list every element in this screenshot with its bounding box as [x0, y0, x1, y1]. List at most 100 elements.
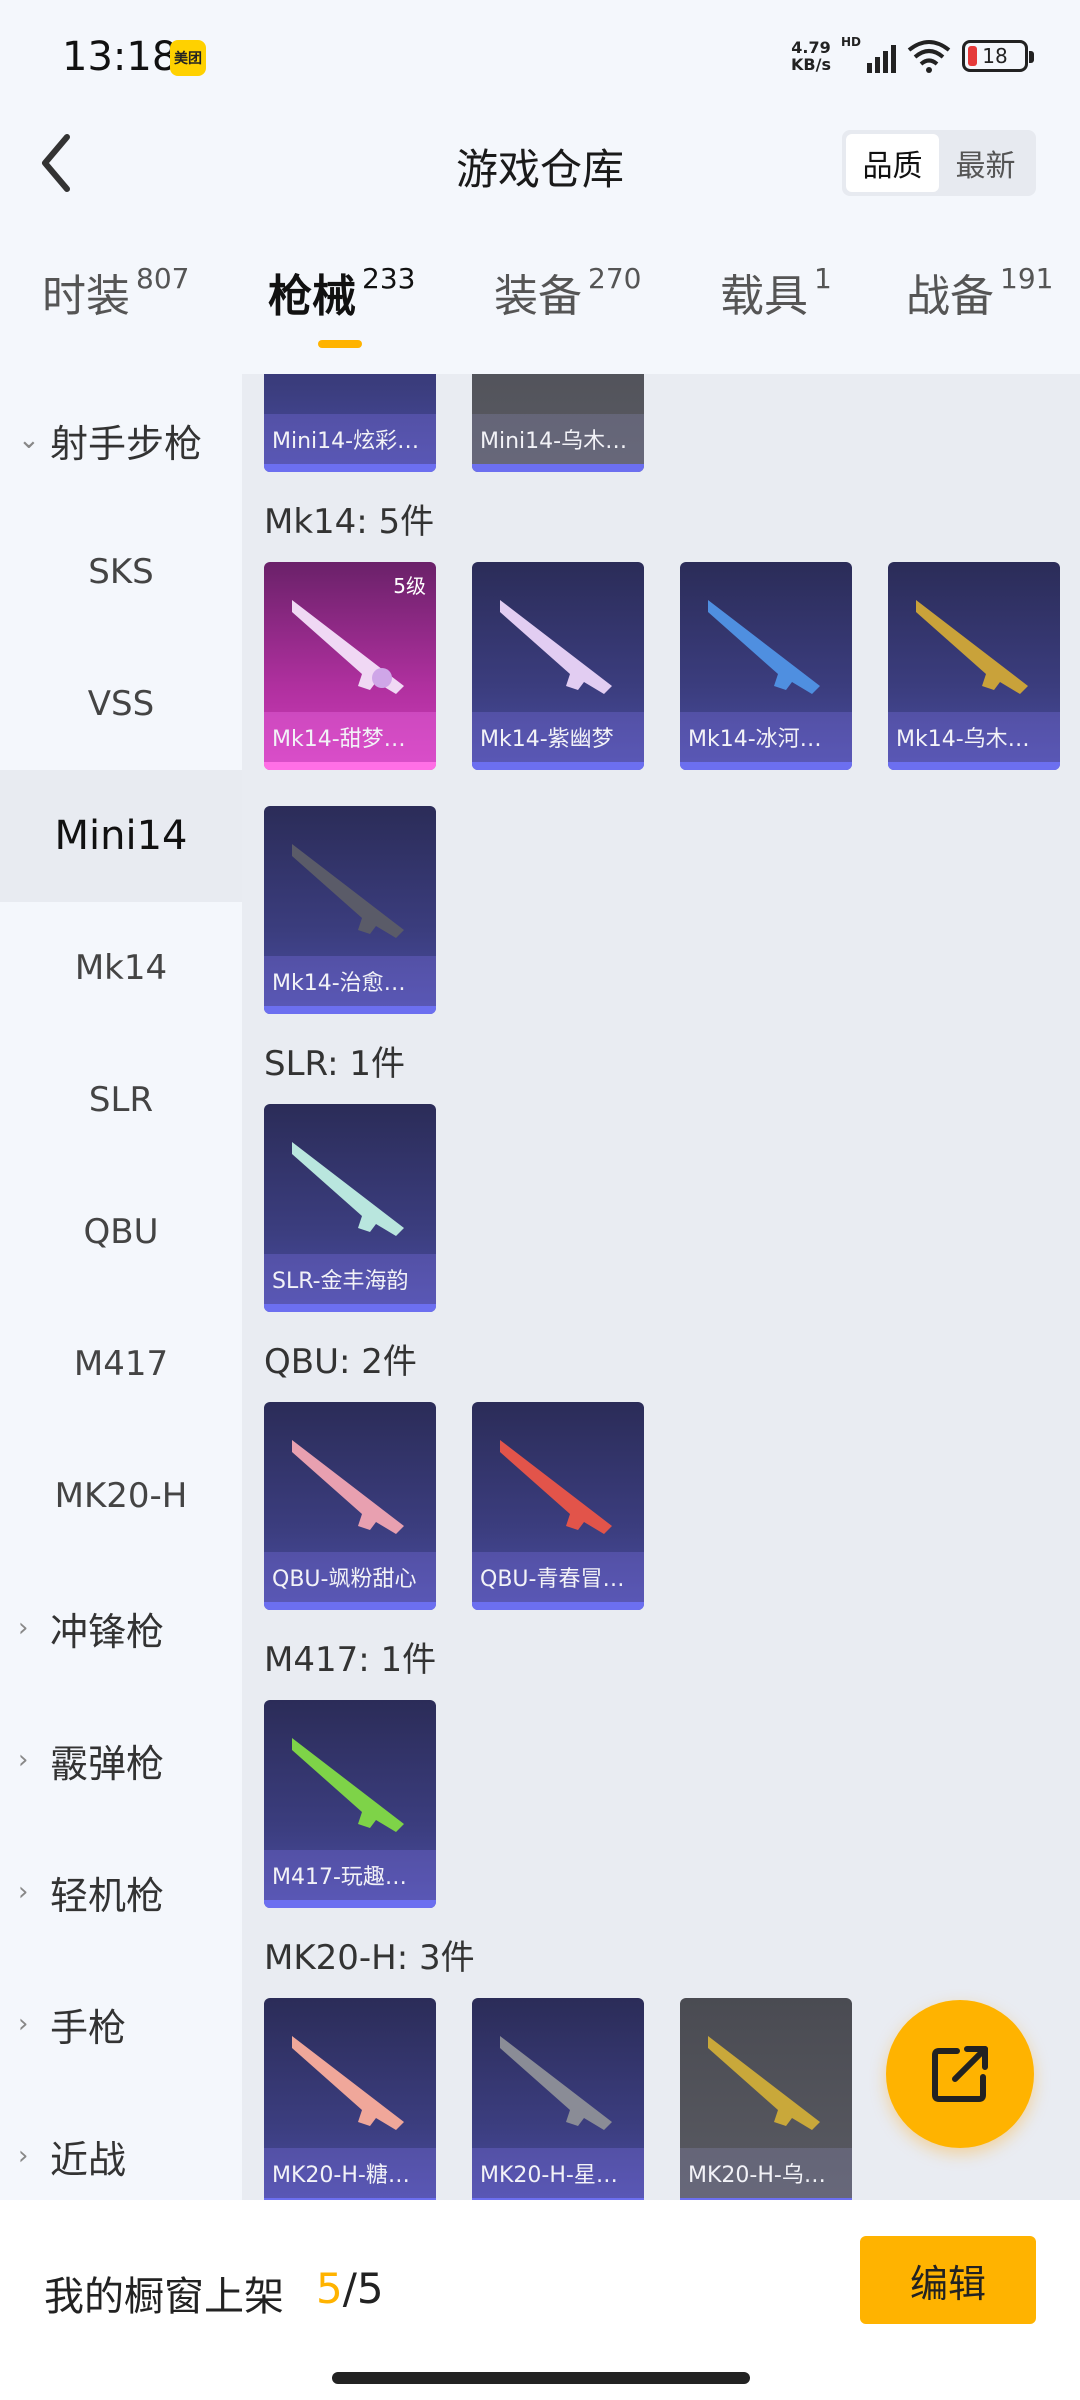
skin-card[interactable]: QBU-青春冒… [472, 1402, 644, 1610]
skin-card[interactable]: Mini14-乌木… [472, 374, 644, 472]
weapon-skin-image [292, 844, 404, 938]
sidebar-group-label: 霰弹枪 [50, 1741, 165, 1786]
showcase-total: 5 [356, 2264, 384, 2313]
tab-guns[interactable]: 枪械 233 [268, 260, 415, 350]
network-speed-value: 4.79 [791, 38, 831, 57]
chevron-right-icon: › [18, 2009, 29, 2039]
network-speed: 4.79 KB/s [791, 39, 831, 73]
skin-name: M417-玩趣… [264, 1850, 436, 1900]
sidebar-group-smg[interactable]: › 冲锋枪 [0, 1562, 242, 1694]
sidebar-item-mini14[interactable]: Mini14 [0, 770, 242, 902]
weapon-skin-image [292, 1738, 404, 1832]
category-tabs: 时装 807 枪械 233 装备 270 载具 1 战备 191 [0, 260, 1080, 350]
sidebar-group-lmg[interactable]: › 轻机枪 [0, 1826, 242, 1958]
status-time: 13:18 [62, 34, 178, 80]
status-bar: 13:18 美团 4.79 KB/s HD 18 [0, 0, 1080, 110]
skin-card[interactable]: M417-玩趣… [264, 1700, 436, 1908]
sidebar-item-m417[interactable]: M417 [0, 1298, 242, 1430]
weapon-skin-image [708, 600, 820, 694]
app-header: 游戏仓库 品质 最新 [0, 110, 1080, 220]
section-title: QBU: 2件 [264, 1342, 417, 1382]
skin-card[interactable]: MK20-H-乌… [680, 1998, 852, 2200]
weapon-skin-image [292, 1440, 404, 1534]
sidebar-group-label: 射手步枪 [50, 421, 203, 466]
chevron-down-icon: ⌄ [18, 425, 40, 455]
skin-name: QBU-飒粉甜心 [264, 1552, 436, 1602]
skin-card[interactable]: QBU-飒粉甜心 [264, 1402, 436, 1610]
sidebar-group-marksman[interactable]: ⌄ 射手步枪 [0, 374, 242, 506]
edit-button[interactable]: 编辑 [860, 2236, 1036, 2324]
sidebar-item-sks[interactable]: SKS [0, 506, 242, 638]
skin-card[interactable]: Mk14-乌木… [888, 562, 1060, 770]
weapon-skin-image [500, 1440, 612, 1534]
active-tab-indicator [318, 340, 362, 348]
skin-card[interactable]: SLR-金丰海韵 [264, 1104, 436, 1312]
sidebar-item-mk14[interactable]: Mk14 [0, 902, 242, 1034]
tab-count: 270 [588, 262, 642, 295]
sidebar-group-label: 轻机枪 [50, 1873, 165, 1918]
tab-equipment[interactable]: 装备 270 [494, 260, 641, 350]
tab-label: 枪械 [268, 271, 356, 322]
showcase-label: 我的橱窗上架 [44, 2274, 284, 2320]
sidebar-group-label: 近战 [50, 2137, 127, 2182]
signal-icon: HD [841, 35, 896, 73]
skin-name: Mk14-甜梦… [264, 712, 436, 762]
skin-card[interactable]: 5级 Mk14-甜梦… [264, 562, 436, 770]
chevron-right-icon: › [18, 1613, 29, 1643]
chevron-right-icon: › [18, 2141, 29, 2171]
sidebar-item-slr[interactable]: SLR [0, 1034, 242, 1166]
skin-card[interactable]: MK20-H-糖… [264, 1998, 436, 2200]
sort-quality-button[interactable]: 品质 [846, 134, 939, 192]
share-button[interactable] [886, 2000, 1034, 2148]
skin-name: MK20-H-糖… [264, 2148, 436, 2198]
section-title: Mk14: 5件 [264, 502, 435, 542]
weapon-grid: Mini14-炫彩… Mini14-乌木… Mk14: 5件 5级 Mk14-甜… [242, 374, 1080, 2200]
tab-count: 233 [362, 262, 416, 295]
skin-name: Mk14-紫幽梦 [472, 712, 644, 762]
tab-count: 807 [136, 262, 190, 295]
weapon-sidebar: ⌄ 射手步枪 SKS VSS Mini14 Mk14 SLR QBU M417 … [0, 374, 242, 2200]
sidebar-group-pistol[interactable]: › 手枪 [0, 1958, 242, 2090]
tab-fashion[interactable]: 时装 807 [42, 260, 189, 350]
skin-card[interactable]: Mini14-炫彩… [264, 374, 436, 472]
meituan-app-icon: 美团 [170, 40, 206, 76]
skin-name: Mini14-乌木… [472, 414, 644, 464]
tab-vehicles[interactable]: 载具 1 [720, 260, 832, 350]
weapon-skin-image [916, 600, 1028, 694]
sidebar-item-mk20h[interactable]: MK20-H [0, 1430, 242, 1562]
section-title: M417: 1件 [264, 1640, 437, 1680]
showcase-count: 5/5 [316, 2264, 384, 2313]
sort-toggle: 品质 最新 [842, 130, 1036, 196]
skin-card[interactable]: Mk14-紫幽梦 [472, 562, 644, 770]
skin-name: QBU-青春冒… [472, 1552, 644, 1602]
skin-name: MK20-H-星… [472, 2148, 644, 2198]
skin-card[interactable]: MK20-H-星… [472, 1998, 644, 2200]
skin-level-badge: 5级 [393, 574, 426, 598]
skin-name: Mk14-乌木… [888, 712, 1060, 762]
sort-newest-button[interactable]: 最新 [939, 134, 1032, 192]
weapon-skin-image [292, 600, 404, 694]
wifi-icon [907, 40, 951, 73]
tab-label: 装备 [494, 271, 582, 322]
sidebar-group-shotgun[interactable]: › 霰弹枪 [0, 1694, 242, 1826]
skin-name: Mk14-冰河… [680, 712, 852, 762]
weapon-skin-image [500, 2036, 612, 2130]
battery-level: 18 [982, 44, 1008, 68]
section-title: MK20-H: 3件 [264, 1938, 475, 1978]
skin-card[interactable]: Mk14-治愈… [264, 806, 436, 1014]
hd-label: HD [841, 35, 862, 49]
section-title: SLR: 1件 [264, 1044, 405, 1084]
status-indicators: 4.79 KB/s HD 18 [791, 32, 1034, 80]
sidebar-group-label: 冲锋枪 [50, 1609, 165, 1654]
home-indicator[interactable] [332, 2372, 750, 2384]
sidebar-item-vss[interactable]: VSS [0, 638, 242, 770]
skin-card[interactable]: Mk14-冰河… [680, 562, 852, 770]
weapon-skin-image [708, 2036, 820, 2130]
weapon-skin-image [500, 600, 612, 694]
weapon-skin-image [292, 2036, 404, 2130]
sidebar-item-qbu[interactable]: QBU [0, 1166, 242, 1298]
skin-name: Mk14-治愈… [264, 956, 436, 1006]
tab-supplies[interactable]: 战备 191 [906, 260, 1053, 350]
tab-count: 1 [814, 262, 832, 295]
network-speed-unit: KB/s [791, 55, 831, 74]
